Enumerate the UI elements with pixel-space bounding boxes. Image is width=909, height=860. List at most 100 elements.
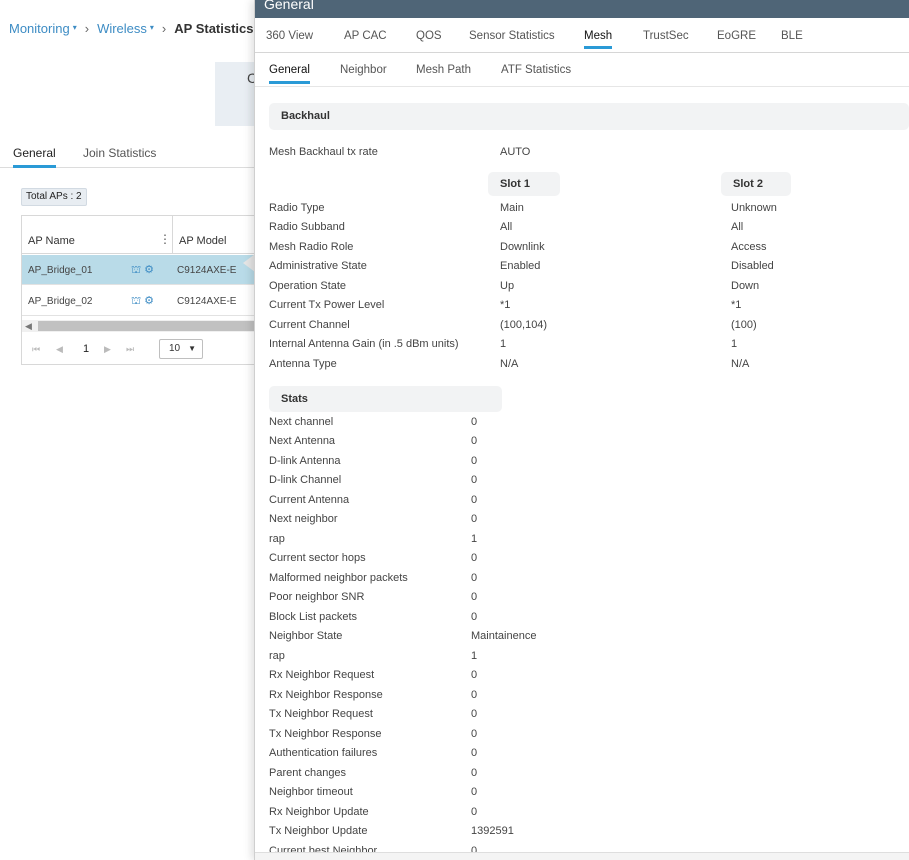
slot-2-header: Slot 2 <box>721 172 791 196</box>
stats-row: Current Antenna 0 <box>269 494 909 510</box>
panel-title: General <box>264 0 314 12</box>
stat-value: 1 <box>471 533 478 545</box>
scrollbar-thumb[interactable] <box>38 321 262 331</box>
stats-section-header: Stats <box>269 386 502 412</box>
stats-row: Tx Neighbor Response 0 <box>269 728 909 744</box>
topology-icon[interactable]: ⛫ <box>131 264 144 276</box>
stats-row: Poor neighbor SNR 0 <box>269 591 909 607</box>
field-label: Current Channel <box>269 319 350 331</box>
slot-1-header: Slot 1 <box>488 172 560 196</box>
slot-1-value: Downlink <box>500 241 545 253</box>
stat-label: Rx Neighbor Response <box>269 689 383 701</box>
stat-value: 0 <box>471 747 478 759</box>
ap-name-cell[interactable]: AP_Bridge_01 <box>28 265 93 276</box>
table-row[interactable]: AP_Bridge_02 ⛫⚙ C9124AXE-E <box>22 286 262 316</box>
subtab-general[interactable]: General <box>269 64 310 84</box>
stat-label: Current sector hops <box>269 552 366 564</box>
tab-sensor-statistics[interactable]: Sensor Statistics <box>469 30 555 42</box>
slot-1-value: N/A <box>500 358 519 370</box>
slot-2-value: 1 <box>731 338 738 350</box>
stat-label: Tx Neighbor Request <box>269 708 373 720</box>
subtab-mesh-path[interactable]: Mesh Path <box>416 64 471 76</box>
breadcrumb-wireless[interactable]: Wireless <box>97 21 147 36</box>
ap-grid: AP Name ⋮ AP Model AP_Bridge_01 ⛫⚙ C9124… <box>21 215 262 365</box>
scroll-left-icon[interactable]: ◀ <box>25 320 32 332</box>
stat-label: Neighbor timeout <box>269 786 353 798</box>
backhaul-section-header: Backhaul <box>269 103 909 130</box>
table-row[interactable]: AP_Bridge_01 ⛫⚙ C9124AXE-E <box>22 255 262 285</box>
caret-down-icon: ▼ <box>188 344 196 353</box>
backhaul-row: Radio Subband All All <box>269 221 909 237</box>
field-label: Internal Antenna Gain (in .5 dBm units) <box>269 338 459 350</box>
slot-2-value: Unknown <box>731 202 777 214</box>
stat-label: Authentication failures <box>269 747 378 759</box>
backhaul-tx-rate-row: Mesh Backhaul tx rate AUTO <box>269 146 909 162</box>
column-header-ap-name[interactable]: AP Name <box>28 235 75 247</box>
subtab-atf-statistics[interactable]: ATF Statistics <box>501 64 571 76</box>
stats-row: Next Antenna 0 <box>269 435 909 451</box>
caret-down-icon[interactable]: ▾ <box>150 23 154 32</box>
horizontal-scrollbar[interactable]: ◀ <box>22 320 262 332</box>
first-page-icon[interactable]: ⏮ <box>32 344 40 355</box>
panel-footer <box>255 852 909 860</box>
mesh-sub-tabs: General Neighbor Mesh Path ATF Statistic… <box>255 53 909 87</box>
tab-join-statistics[interactable]: Join Statistics <box>83 146 156 160</box>
subtab-neighbor[interactable]: Neighbor <box>340 64 387 76</box>
column-menu-icon[interactable]: ⋮ <box>159 232 171 246</box>
stat-label: Next Antenna <box>269 435 336 447</box>
stat-value: 1392591 <box>471 825 514 837</box>
breadcrumb-separator-icon: › <box>161 21 167 36</box>
tab-qos[interactable]: QOS <box>416 30 442 42</box>
breadcrumb-monitoring[interactable]: Monitoring <box>9 21 70 36</box>
tab-360-view[interactable]: 360 View <box>266 30 313 42</box>
stat-value: 1 <box>471 650 478 662</box>
tab-ap-cac[interactable]: AP CAC <box>344 30 387 42</box>
stats-row: Tx Neighbor Update 1392591 <box>269 825 909 841</box>
tab-eogre[interactable]: EoGRE <box>717 30 756 42</box>
stat-label: Parent changes <box>269 767 347 779</box>
stats-row: Neighbor timeout 0 <box>269 786 909 802</box>
backhaul-row: Operation State Up Down <box>269 280 909 296</box>
stat-label: Next channel <box>269 416 334 428</box>
topology-icon[interactable]: ⛫ <box>131 295 144 307</box>
stat-value: Maintainence <box>471 630 537 642</box>
stats-row: D-link Antenna 0 <box>269 455 909 471</box>
ap-name-cell[interactable]: AP_Bridge_02 <box>28 296 93 307</box>
slot-1-value: Main <box>500 202 524 214</box>
slot-1-value: *1 <box>500 299 511 311</box>
stat-label: Current Antenna <box>269 494 350 506</box>
last-page-icon[interactable]: ⏭ <box>126 344 134 355</box>
next-page-icon[interactable]: ▶ <box>104 344 111 355</box>
current-page-number[interactable]: 1 <box>83 343 89 355</box>
tab-trustsec[interactable]: TrustSec <box>643 30 689 42</box>
stat-value: 0 <box>471 552 478 564</box>
stat-value: 0 <box>471 708 478 720</box>
stat-value: 0 <box>471 435 478 447</box>
tab-ble[interactable]: BLE <box>781 30 803 42</box>
previous-page-icon[interactable]: ◀ <box>56 344 63 355</box>
pagination: ⏮ ◀ 1 ▶ ⏭ 10 ▼ <box>22 338 262 362</box>
slot-2-value: Disabled <box>731 260 774 272</box>
tab-mesh[interactable]: Mesh <box>584 30 613 49</box>
stats-row: Malformed neighbor packets 0 <box>269 572 909 588</box>
caret-down-icon[interactable]: ▾ <box>73 23 77 32</box>
total-aps-badge: Total APs : 2 <box>21 188 87 206</box>
page-title: AP Statistics <box>174 21 254 36</box>
column-header-ap-model[interactable]: AP Model <box>179 235 227 247</box>
gears-icon[interactable]: ⚙ <box>144 295 157 307</box>
backhaul-row: Current Tx Power Level *1 *1 <box>269 299 909 315</box>
slot-1-value: Up <box>500 280 515 292</box>
slot-1-value: All <box>500 221 513 233</box>
stat-value: 0 <box>471 728 478 740</box>
gears-icon[interactable]: ⚙ <box>144 264 157 276</box>
backhaul-row: Internal Antenna Gain (in .5 dBm units) 1… <box>269 338 909 354</box>
stat-value: 0 <box>471 786 478 798</box>
stats-row: Block List packets 0 <box>269 611 909 627</box>
stat-label: Rx Neighbor Request <box>269 669 375 681</box>
field-value: AUTO <box>500 146 531 158</box>
slot-2-value: *1 <box>731 299 742 311</box>
tab-general[interactable]: General <box>13 146 56 168</box>
stats-row: Rx Neighbor Response 0 <box>269 689 909 705</box>
ap-model-cell: C9124AXE-E <box>177 265 237 276</box>
page-size-select[interactable]: 10 ▼ <box>159 339 203 359</box>
